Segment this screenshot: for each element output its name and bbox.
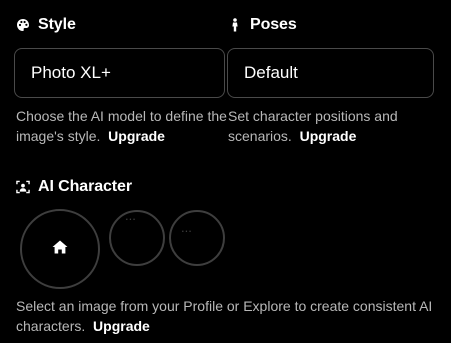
character-section-title: AI Character [16,178,132,196]
poses-section-title: Poses [228,16,297,34]
style-model-value: Photo XL+ [31,63,111,82]
style-upgrade-link[interactable]: Upgrade [108,128,165,144]
style-title-label: Style [38,16,76,33]
style-model-select[interactable]: Photo XL+ [14,48,225,98]
poses-upgrade-link[interactable]: Upgrade [300,128,357,144]
poses-title-label: Poses [250,16,297,33]
palette-icon [16,18,30,32]
character-description-text: Select an image from your Profile or Exp… [16,298,433,334]
character-upgrade-link[interactable]: Upgrade [93,318,150,334]
style-section-title: Style [16,16,76,34]
home-icon [52,240,68,259]
poses-value: Default [244,63,298,82]
character-home-button[interactable] [20,209,100,289]
poses-description: Set character positions and scenarios. U… [228,106,438,146]
character-slot-1[interactable]: ... [109,210,165,266]
poses-select[interactable]: Default [227,48,434,98]
portrait-icon [16,180,30,194]
character-slot-2[interactable]: ... [169,210,225,266]
character-title-label: AI Character [38,178,132,195]
person-icon [228,18,242,32]
character-slot-1-placeholder: ... [125,210,136,223]
character-slot-2-placeholder: ... [181,220,192,235]
style-description: Choose the AI model to define the image'… [16,106,231,146]
character-description: Select an image from your Profile or Exp… [16,296,436,336]
